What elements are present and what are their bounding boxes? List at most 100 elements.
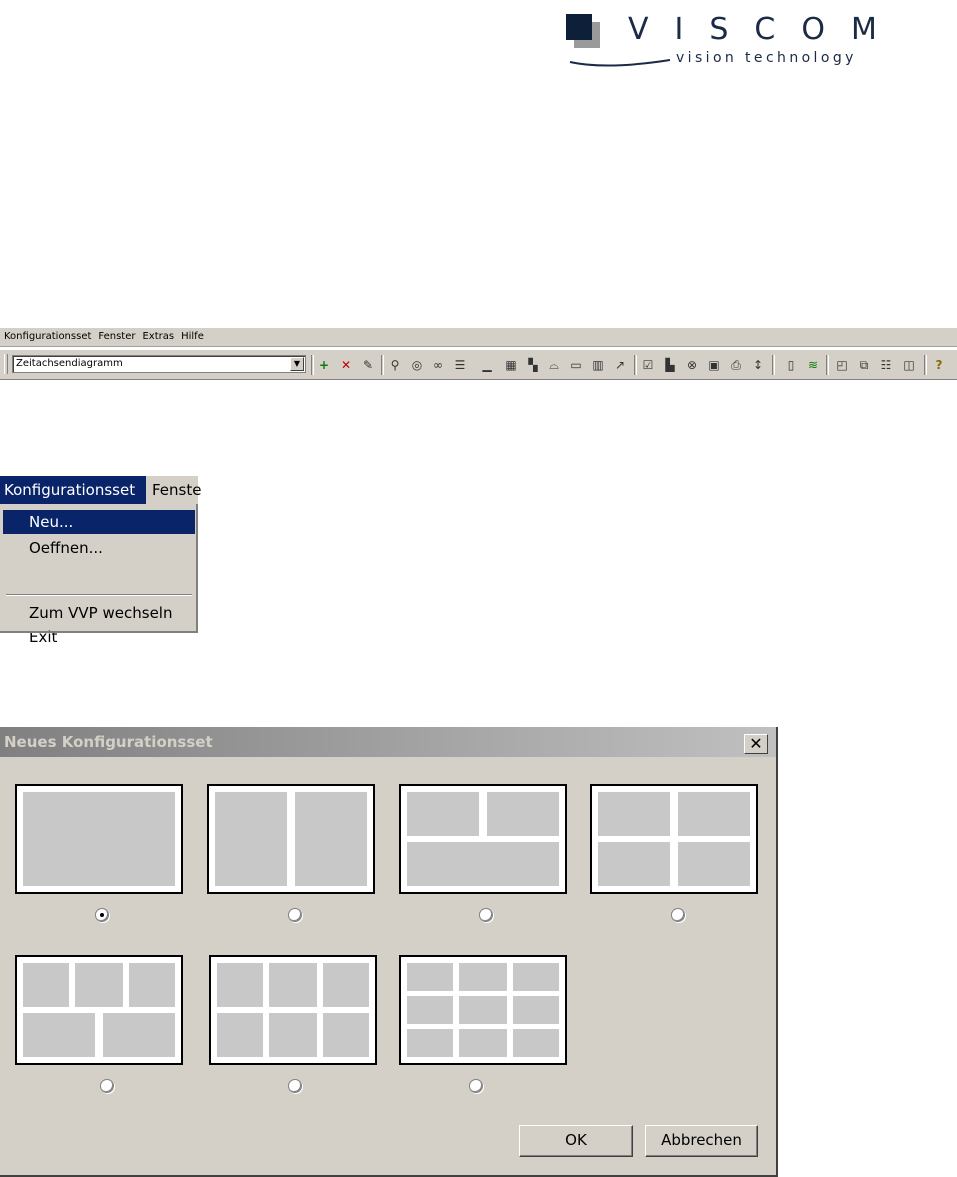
save-icon[interactable]: ▣ bbox=[706, 357, 722, 373]
list-icon[interactable]: ☰ bbox=[452, 357, 468, 373]
layout-option-6[interactable] bbox=[209, 955, 377, 1065]
record-icon[interactable]: ◎ bbox=[409, 357, 425, 373]
page-icon[interactable]: ▯ bbox=[783, 357, 799, 373]
layout-radio-4[interactable] bbox=[671, 908, 685, 922]
layout-cell bbox=[513, 963, 559, 991]
layout-cell bbox=[407, 963, 453, 991]
layout-cell bbox=[269, 1013, 317, 1057]
cancel-button[interactable]: Abbrechen bbox=[645, 1125, 758, 1157]
layout-radio-1[interactable] bbox=[95, 908, 109, 922]
pattern-icon[interactable]: ▦ bbox=[503, 357, 519, 373]
layout-cell bbox=[598, 842, 670, 886]
sort-icon[interactable]: ↕ bbox=[750, 357, 766, 373]
layout-cell bbox=[323, 963, 369, 1007]
toolbar-separator bbox=[381, 355, 384, 375]
box-icon[interactable]: ▭ bbox=[568, 357, 584, 373]
menu-hilfe[interactable]: Hilfe bbox=[177, 328, 207, 342]
layout-cell bbox=[598, 792, 670, 836]
step-icon[interactable]: ▚ bbox=[525, 357, 541, 373]
menu-item-neu[interactable]: Neu... bbox=[3, 510, 195, 534]
layout-option-7[interactable] bbox=[399, 955, 567, 1065]
layout-cell bbox=[678, 842, 750, 886]
tile-horizontal-icon[interactable]: ☷ bbox=[878, 357, 894, 373]
layers-icon[interactable]: ≋ bbox=[805, 357, 821, 373]
edit-icon[interactable]: ✎ bbox=[360, 357, 376, 373]
neues-konfigurationsset-dialog: Neues Konfigurationsset ✕ OK Abbrechen bbox=[0, 727, 778, 1177]
menu-item-oeffnen[interactable]: Oeffnen... bbox=[3, 536, 195, 560]
curve-icon[interactable]: ⌓ bbox=[546, 357, 562, 373]
layout-cell bbox=[103, 1013, 175, 1057]
layout-cell bbox=[323, 1013, 369, 1057]
delete-icon[interactable]: ✕ bbox=[338, 357, 354, 373]
menubar: Konfigurationsset Fenste bbox=[0, 476, 201, 504]
layout-radio-6[interactable] bbox=[288, 1079, 302, 1093]
menu-item-exit[interactable]: Exit bbox=[3, 627, 195, 649]
properties-icon[interactable]: ☑ bbox=[640, 357, 656, 373]
new-window-icon[interactable]: ◰ bbox=[834, 357, 850, 373]
layout-option-3[interactable] bbox=[399, 784, 567, 894]
layout-cell bbox=[269, 963, 317, 1007]
layout-cell bbox=[513, 1029, 559, 1057]
menubar: Konfigurationsset Fenster Extras Hilfe bbox=[0, 327, 957, 347]
folder-icon[interactable]: ▙ bbox=[662, 357, 678, 373]
layout-cell bbox=[217, 1013, 263, 1057]
layout-cell bbox=[295, 792, 367, 886]
logo-square bbox=[566, 14, 592, 40]
ok-button[interactable]: OK bbox=[519, 1125, 633, 1157]
logo-brand: VISCOM bbox=[628, 12, 903, 47]
layout-cell bbox=[75, 963, 123, 1007]
menu-konfigurationsset[interactable]: Konfigurationsset bbox=[0, 476, 146, 504]
layout-cell bbox=[215, 792, 287, 886]
cascade-icon[interactable]: ⧉ bbox=[856, 357, 872, 373]
logo-tagline: vision technology bbox=[676, 50, 857, 66]
layout-cell bbox=[678, 792, 750, 836]
menu-konfigurationsset[interactable]: Konfigurationsset bbox=[0, 328, 94, 342]
layout-option-4[interactable] bbox=[590, 784, 758, 894]
layout-option-2[interactable] bbox=[207, 784, 375, 894]
menu-extras[interactable]: Extras bbox=[138, 328, 177, 342]
layout-cell bbox=[407, 842, 559, 886]
add-icon[interactable]: + bbox=[316, 357, 332, 373]
layout-cell bbox=[407, 1029, 453, 1057]
konfigurationsset-menu-shot: Konfigurationsset Fenste Neu... Oeffnen.… bbox=[0, 476, 201, 646]
layout-radio-7[interactable] bbox=[469, 1079, 483, 1093]
layout-radio-2[interactable] bbox=[288, 908, 302, 922]
chevron-down-icon[interactable]: ▼ bbox=[290, 357, 304, 371]
pin-icon[interactable]: ↗ bbox=[612, 357, 628, 373]
layout-radio-5[interactable] bbox=[100, 1079, 114, 1093]
diagram-type-value: Zeitachsendiagramm bbox=[16, 358, 123, 369]
toolbar-separator bbox=[924, 355, 927, 375]
toolbar-grip[interactable] bbox=[4, 354, 8, 374]
layout-option-1[interactable] bbox=[15, 784, 183, 894]
toolbar-separator bbox=[634, 355, 637, 375]
dialog-titlebar[interactable]: Neues Konfigurationsset ✕ bbox=[0, 727, 776, 757]
menu-item-zum-vvp-wechseln[interactable]: Zum VVP wechseln bbox=[3, 601, 195, 625]
find-icon[interactable]: ⚲ bbox=[387, 357, 403, 373]
help-icon[interactable]: ? bbox=[931, 357, 947, 373]
print-icon[interactable]: ⎙ bbox=[728, 357, 744, 373]
layout-cell bbox=[23, 963, 69, 1007]
columns-icon[interactable]: ▥ bbox=[590, 357, 606, 373]
stop-icon[interactable]: ⊗ bbox=[684, 357, 700, 373]
radio-selected-dot bbox=[100, 913, 104, 917]
toolbar: Zeitachsendiagramm ▼ + ✕ ✎ ⚲ ◎ ∞ ☰ ▁ ▦ ▚… bbox=[0, 350, 957, 380]
diagram-type-combo[interactable]: Zeitachsendiagramm ▼ bbox=[12, 355, 306, 373]
close-icon[interactable]: ✕ bbox=[744, 734, 768, 754]
layout-cell bbox=[459, 963, 507, 991]
tile-vertical-icon[interactable]: ◫ bbox=[901, 357, 917, 373]
layout-radio-3[interactable] bbox=[479, 908, 493, 922]
layout-cell bbox=[407, 792, 479, 836]
layout-cell bbox=[129, 963, 175, 1007]
toolbar-separator bbox=[311, 355, 314, 375]
viscom-logo: VISCOM vision technology bbox=[566, 12, 896, 74]
konfigurationsset-dropdown: Neu... Oeffnen... Zum VVP wechseln Exit bbox=[0, 504, 198, 646]
layout-option-5[interactable] bbox=[15, 955, 183, 1065]
layout-cell bbox=[23, 792, 175, 886]
menu-separator bbox=[6, 594, 192, 596]
menu-fenster[interactable]: Fenster bbox=[94, 328, 138, 342]
menu-fenster[interactable]: Fenste bbox=[152, 481, 201, 499]
layout-cell bbox=[459, 996, 507, 1024]
glasses-icon[interactable]: ∞ bbox=[430, 357, 446, 373]
layout-cell bbox=[217, 963, 263, 1007]
marker-icon[interactable]: ▁ bbox=[479, 357, 495, 373]
